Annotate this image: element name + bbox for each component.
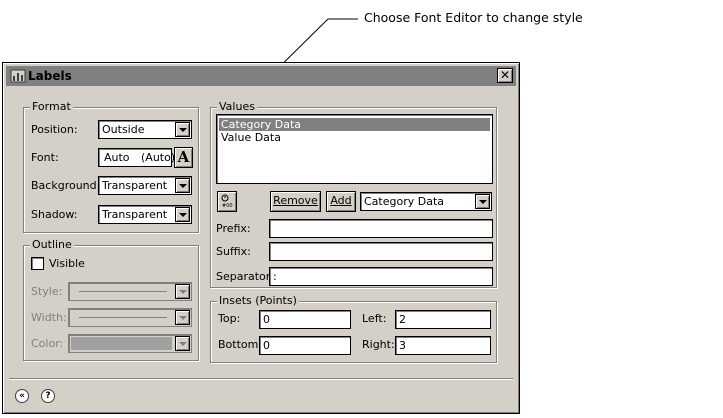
background-select[interactable]: Transparent <box>98 176 192 195</box>
right-input[interactable]: 3 <box>395 336 491 355</box>
collapse-button[interactable]: « <box>15 389 29 403</box>
position-select[interactable]: Outside <box>98 120 192 139</box>
prefix-input[interactable] <box>269 219 493 238</box>
list-item[interactable]: Value Data <box>219 131 490 144</box>
format-group-label: Format <box>30 100 73 113</box>
chevron-down-icon[interactable] <box>175 122 190 137</box>
double-chevron-left-icon: « <box>19 391 25 401</box>
font-editor-button[interactable]: A <box>174 147 193 168</box>
font-value-secondary: (Auto) <box>141 151 176 164</box>
callout-text: Choose Font Editor to change style <box>364 10 583 25</box>
position-label: Position: <box>31 123 78 136</box>
top-label: Top: <box>218 312 241 325</box>
color-select[interactable] <box>68 334 192 353</box>
suffix-input[interactable] <box>269 242 493 261</box>
value-type-select[interactable]: Category Data <box>360 192 492 211</box>
bottom-label: Bottom: <box>218 338 263 351</box>
add-button-label: Add <box>330 194 352 207</box>
position-value: Outside <box>102 123 145 136</box>
right-value: 3 <box>399 339 406 352</box>
add-button[interactable]: Add <box>326 191 356 212</box>
remove-button[interactable]: Remove <box>270 191 321 212</box>
width-select[interactable] <box>68 308 192 327</box>
left-label: Left: <box>362 312 387 325</box>
width-label: Width: <box>31 311 67 324</box>
line-width-preview <box>79 317 167 318</box>
title-bar[interactable]: Labels ✕ <box>6 66 516 86</box>
font-display: Auto (Auto) <box>98 148 176 167</box>
right-label: Right: <box>362 338 395 351</box>
chevron-down-icon[interactable] <box>175 336 190 351</box>
chart-labels-icon <box>10 69 26 83</box>
chevron-down-icon[interactable] <box>175 178 190 193</box>
color-label: Color: <box>31 337 64 350</box>
insets-group-label: Insets (Points) <box>217 294 299 307</box>
visible-label[interactable]: Visible <box>49 257 85 270</box>
style-label: Style: <box>31 285 63 298</box>
separator-value: : <box>273 270 277 283</box>
labels-dialog: Labels ✕ Format Position: Outside Font: … <box>2 62 520 414</box>
footer-separator <box>9 378 513 380</box>
shadow-label: Shadow: <box>31 208 78 221</box>
chevron-down-icon[interactable] <box>175 284 190 299</box>
background-label: Background: <box>31 179 101 192</box>
top-value: 0 <box>263 313 270 326</box>
left-input[interactable]: 2 <box>395 310 491 329</box>
chevron-down-icon[interactable] <box>475 194 490 209</box>
help-button[interactable]: ? <box>41 389 55 403</box>
close-icon: ✕ <box>499 68 511 82</box>
prefix-label: Prefix: <box>216 222 251 235</box>
value-type: Category Data <box>364 195 445 208</box>
font-icon: A <box>177 148 190 166</box>
chevron-down-icon[interactable] <box>175 310 190 325</box>
window-title: Labels <box>28 69 72 83</box>
shadow-value: Transparent <box>102 208 168 221</box>
value-icon-button[interactable]: #00 <box>217 191 237 212</box>
values-list[interactable]: Category Data Value Data <box>216 114 493 184</box>
bottom-input[interactable]: 0 <box>259 336 351 355</box>
outline-group: Outline Visible Style: Width: Color: <box>23 238 199 361</box>
svg-text:#00: #00 <box>222 203 233 208</box>
close-button[interactable]: ✕ <box>497 68 513 83</box>
shadow-select[interactable]: Transparent <box>98 205 192 224</box>
list-item[interactable]: Category Data <box>219 118 490 131</box>
style-select[interactable] <box>68 282 192 301</box>
help-icon: ? <box>45 391 51 401</box>
top-input[interactable]: 0 <box>259 310 351 329</box>
formula-icon: #00 <box>221 194 233 208</box>
font-label: Font: <box>31 151 59 164</box>
visible-checkbox[interactable] <box>31 257 44 270</box>
color-swatch <box>71 337 172 350</box>
separator-label: Separator: <box>216 270 274 283</box>
background-value: Transparent <box>102 179 168 192</box>
outline-group-label: Outline <box>30 238 74 251</box>
font-value: Auto <box>104 151 130 164</box>
bottom-value: 0 <box>263 339 270 352</box>
insets-group: Insets (Points) Top: 0 Left: 2 Bottom: 0… <box>210 294 497 363</box>
values-group-label: Values <box>217 100 257 113</box>
line-style-preview <box>79 291 167 292</box>
remove-button-label: Remove <box>273 194 318 207</box>
left-value: 2 <box>399 313 406 326</box>
format-group: Format Position: Outside Font: Auto (Aut… <box>23 100 199 233</box>
chevron-down-icon[interactable] <box>175 207 190 222</box>
values-group: Values Category Data Value Data #00 Remo… <box>210 100 497 288</box>
separator-input[interactable]: : <box>269 267 493 286</box>
suffix-label: Suffix: <box>216 245 251 258</box>
